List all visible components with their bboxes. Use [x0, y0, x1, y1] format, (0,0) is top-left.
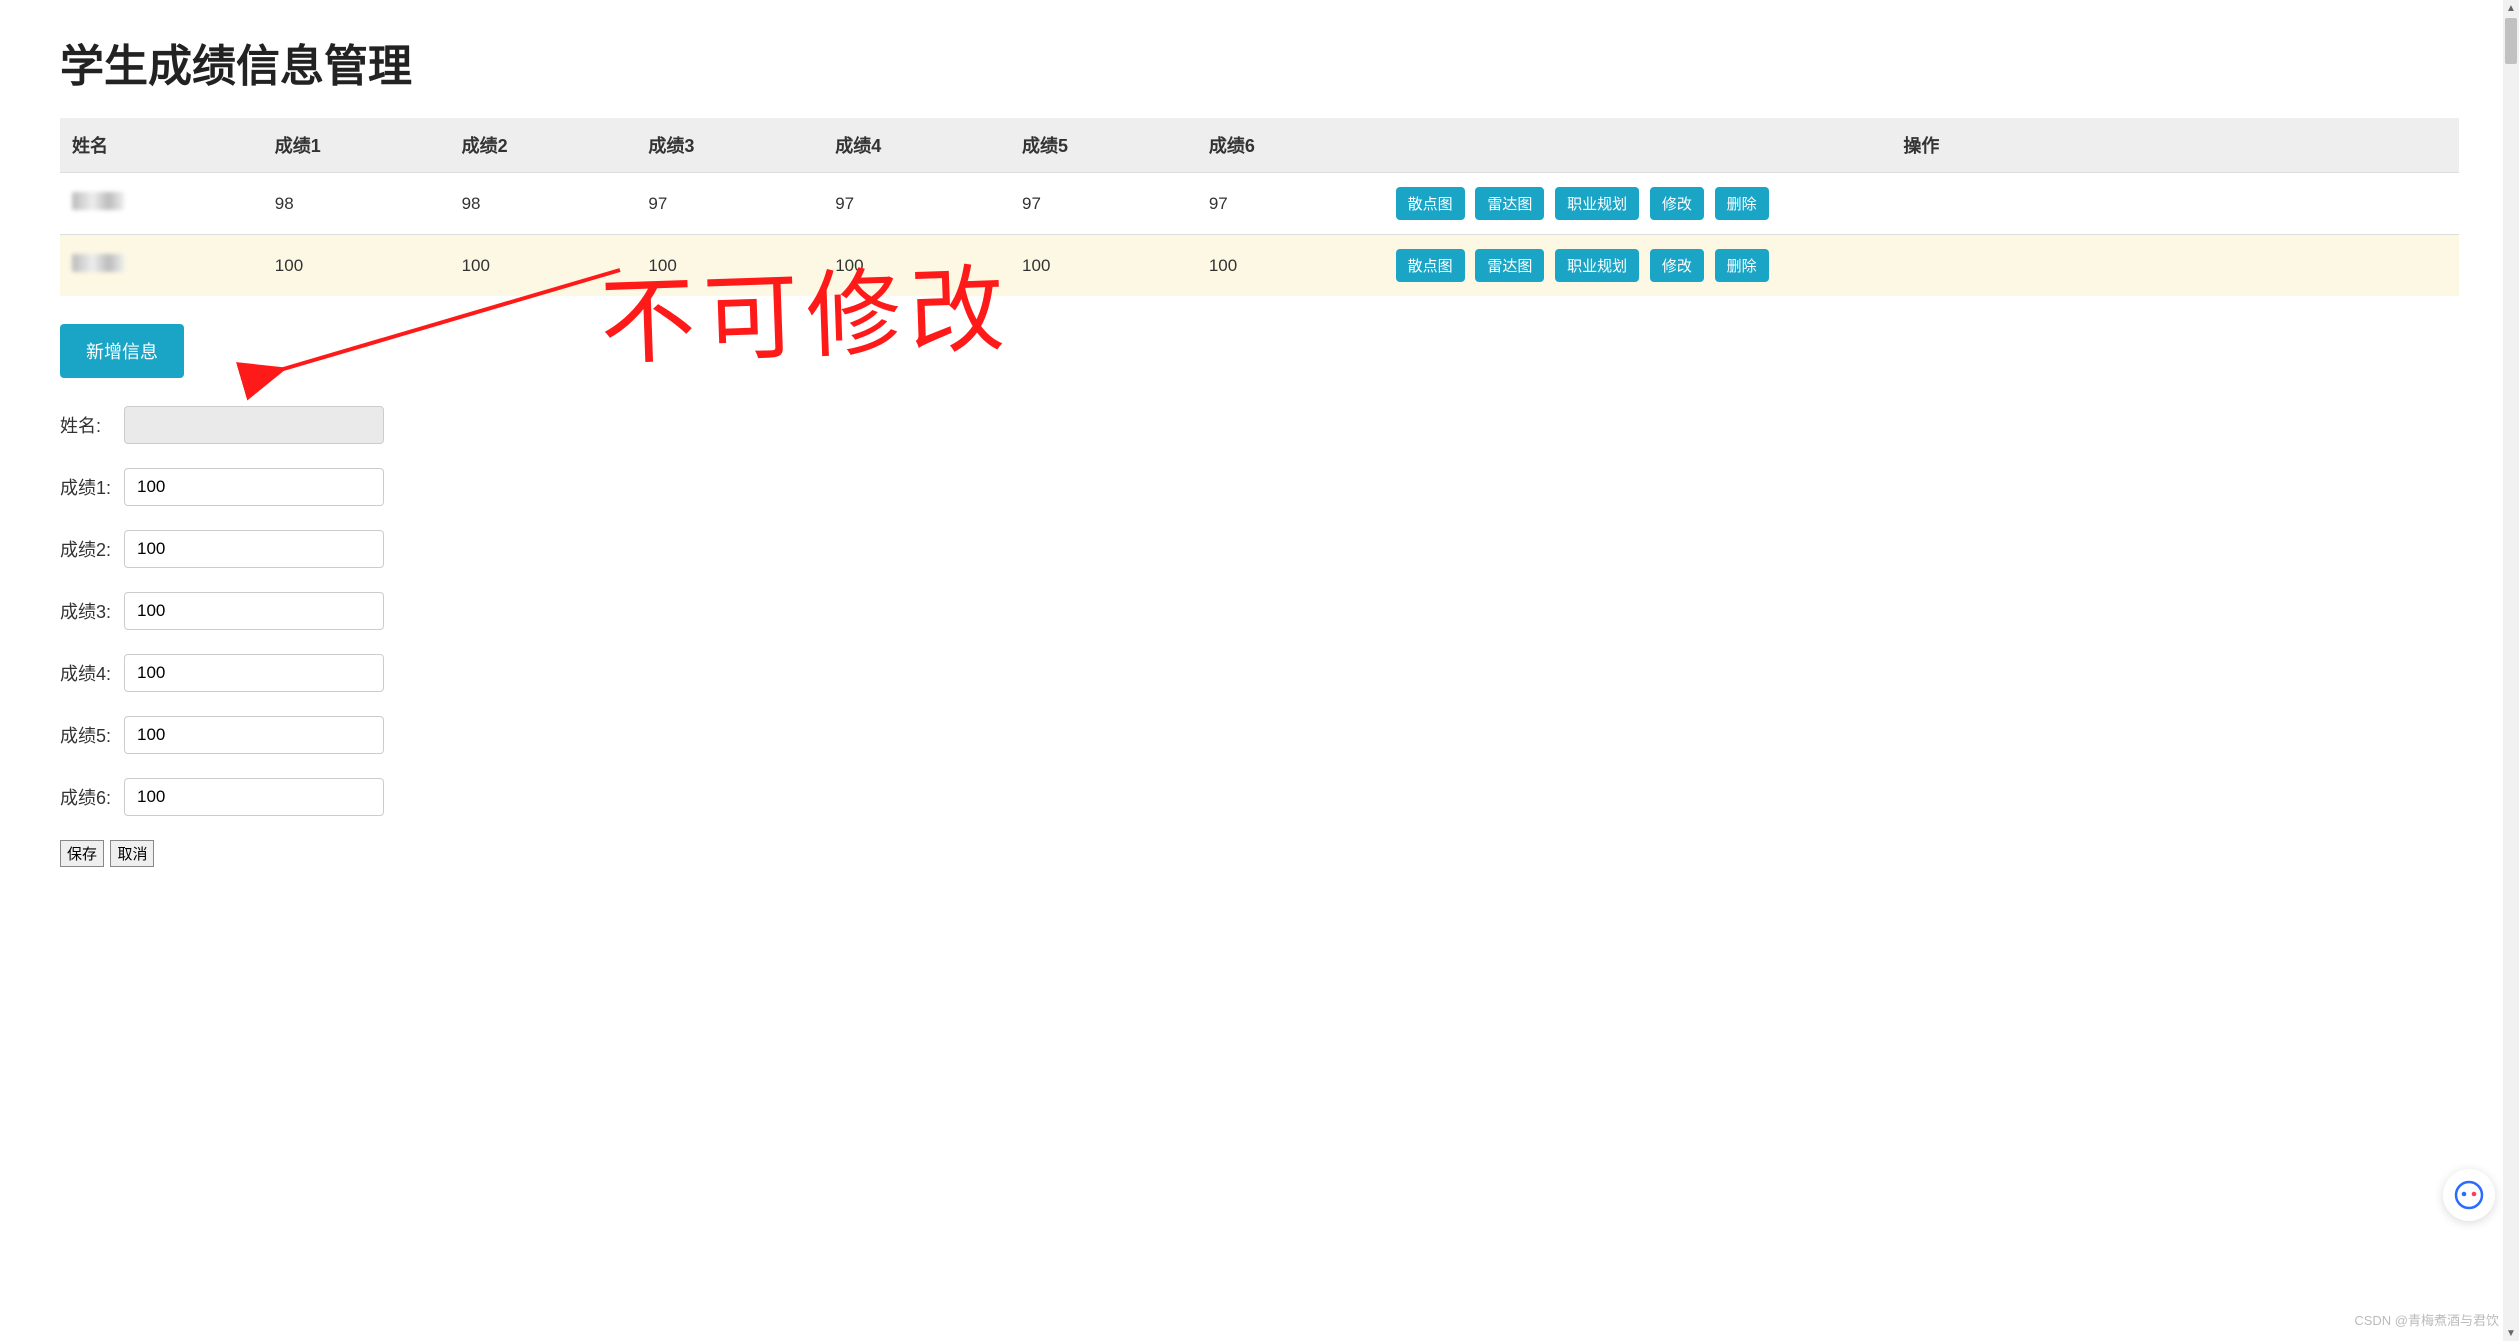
- cell-score: 100: [823, 235, 1010, 297]
- score6-input[interactable]: [124, 778, 384, 816]
- form-row-name: 姓名:: [60, 406, 2459, 444]
- form-row-score2: 成绩2:: [60, 530, 2459, 568]
- career-button[interactable]: 职业规划: [1555, 187, 1639, 220]
- chat-assistant-button[interactable]: [2443, 1169, 2495, 1221]
- page-title: 学生成绩信息管理: [60, 30, 2459, 94]
- add-info-button[interactable]: 新增信息: [60, 324, 184, 378]
- name-label: 姓名:: [60, 412, 124, 438]
- score3-input[interactable]: [124, 592, 384, 630]
- score4-label: 成绩4:: [60, 660, 124, 686]
- col-score6: 成绩6: [1197, 118, 1384, 173]
- blurred-name: [72, 192, 124, 210]
- watermark: CSDN @青梅煮酒与君饮: [2354, 1310, 2499, 1329]
- scrollbar-thumb[interactable]: [2505, 18, 2517, 64]
- cancel-button[interactable]: 取消: [110, 840, 154, 867]
- form-row-score5: 成绩5:: [60, 716, 2459, 754]
- col-name: 姓名: [60, 118, 263, 173]
- col-score4: 成绩4: [823, 118, 1010, 173]
- col-score3: 成绩3: [636, 118, 823, 173]
- save-button[interactable]: 保存: [60, 840, 104, 867]
- blurred-name: [72, 254, 124, 272]
- cell-score: 100: [636, 235, 823, 297]
- scatter-button[interactable]: 散点图: [1396, 249, 1465, 282]
- table-row: 98 98 97 97 97 97 散点图 雷达图 职业规划 修改 删除: [60, 173, 2459, 235]
- radar-button[interactable]: 雷达图: [1475, 249, 1544, 282]
- cell-score: 100: [450, 235, 637, 297]
- score2-input[interactable]: [124, 530, 384, 568]
- cell-score: 97: [823, 173, 1010, 235]
- radar-button[interactable]: 雷达图: [1475, 187, 1544, 220]
- grades-table: 姓名 成绩1 成绩2 成绩3 成绩4 成绩5 成绩6 操作 98 98 97 9…: [60, 118, 2459, 296]
- score6-label: 成绩6:: [60, 784, 124, 810]
- score3-label: 成绩3:: [60, 598, 124, 624]
- delete-button[interactable]: 删除: [1715, 249, 1769, 282]
- cell-name: [60, 235, 263, 297]
- col-score1: 成绩1: [263, 118, 450, 173]
- scroll-down-arrow-icon[interactable]: ▼: [2503, 1325, 2519, 1341]
- form-row-score6: 成绩6:: [60, 778, 2459, 816]
- score5-input[interactable]: [124, 716, 384, 754]
- cell-score: 98: [450, 173, 637, 235]
- score5-label: 成绩5:: [60, 722, 124, 748]
- scroll-up-arrow-icon[interactable]: ▲: [2503, 0, 2519, 16]
- form-row-score3: 成绩3:: [60, 592, 2459, 630]
- form-buttons: 保存 取消: [60, 840, 2459, 867]
- cell-score: 100: [1197, 235, 1384, 297]
- col-actions: 操作: [1384, 118, 2459, 173]
- cell-score: 100: [263, 235, 450, 297]
- scrollbar[interactable]: ▲ ▼: [2503, 0, 2519, 1341]
- score1-label: 成绩1:: [60, 474, 124, 500]
- career-button[interactable]: 职业规划: [1555, 249, 1639, 282]
- table-row: 100 100 100 100 100 100 散点图 雷达图 职业规划 修改 …: [60, 235, 2459, 297]
- cell-score: 97: [636, 173, 823, 235]
- score1-input[interactable]: [124, 468, 384, 506]
- table-header-row: 姓名 成绩1 成绩2 成绩3 成绩4 成绩5 成绩6 操作: [60, 118, 2459, 173]
- form-row-score4: 成绩4:: [60, 654, 2459, 692]
- form-row-score1: 成绩1:: [60, 468, 2459, 506]
- name-input: [124, 406, 384, 444]
- scatter-button[interactable]: 散点图: [1396, 187, 1465, 220]
- score2-label: 成绩2:: [60, 536, 124, 562]
- cell-actions: 散点图 雷达图 职业规划 修改 删除: [1384, 235, 2459, 297]
- cell-name: [60, 173, 263, 235]
- score4-input[interactable]: [124, 654, 384, 692]
- col-score2: 成绩2: [450, 118, 637, 173]
- edit-button[interactable]: 修改: [1650, 249, 1704, 282]
- chat-face-icon: [2454, 1180, 2484, 1210]
- edit-form: 姓名: 成绩1: 成绩2: 成绩3: 成绩4: 成绩5: 成绩6: 保存 取消: [60, 406, 2459, 867]
- cell-score: 100: [1010, 235, 1197, 297]
- cell-score: 97: [1197, 173, 1384, 235]
- cell-actions: 散点图 雷达图 职业规划 修改 删除: [1384, 173, 2459, 235]
- delete-button[interactable]: 删除: [1715, 187, 1769, 220]
- col-score5: 成绩5: [1010, 118, 1197, 173]
- cell-score: 97: [1010, 173, 1197, 235]
- cell-score: 98: [263, 173, 450, 235]
- edit-button[interactable]: 修改: [1650, 187, 1704, 220]
